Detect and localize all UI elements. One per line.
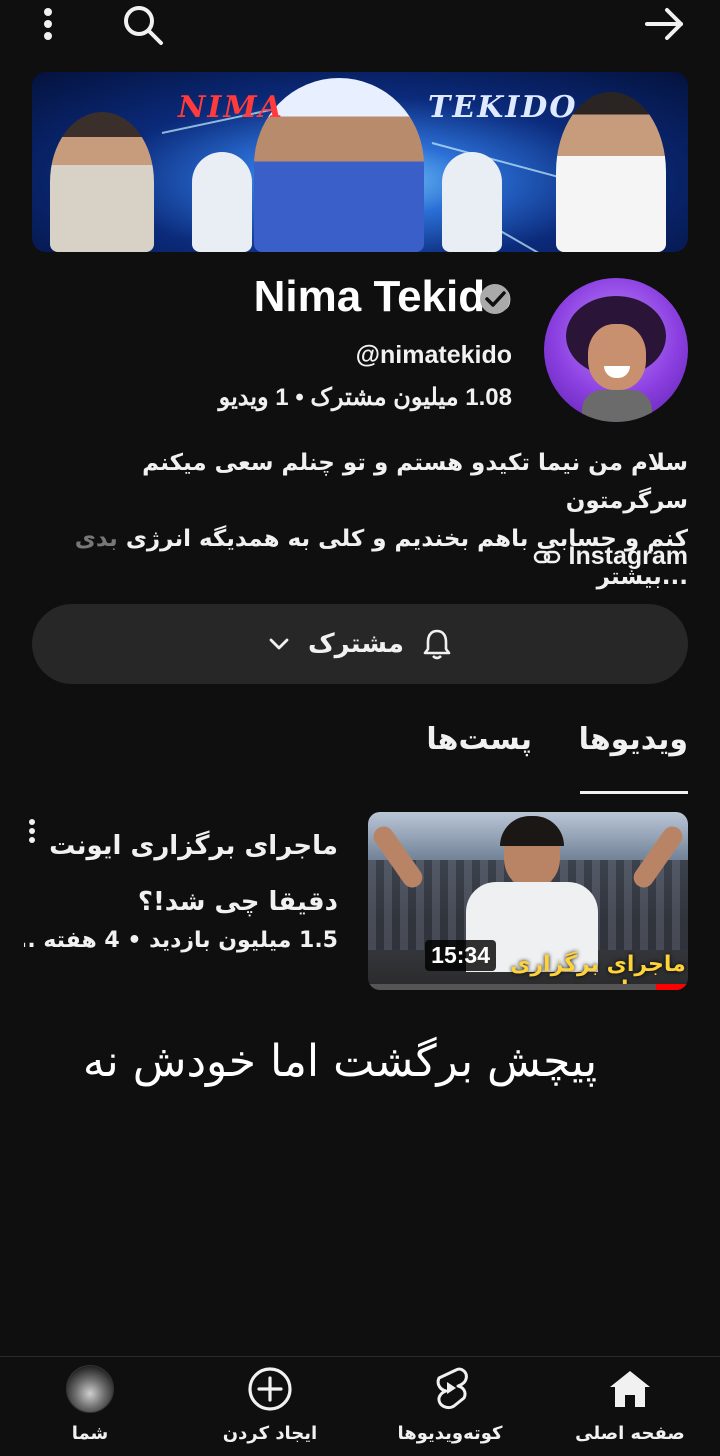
home-icon	[608, 1365, 652, 1413]
user-avatar	[66, 1365, 114, 1413]
bottom-nav: صفحه اصلی کوته‌ویدیوها ایجاد کردن شما	[0, 1356, 720, 1456]
top-bar	[0, 0, 720, 56]
link-label: Instagram	[568, 542, 688, 570]
shorts-icon	[430, 1365, 470, 1413]
banner-word-nima: NIMA	[178, 90, 284, 125]
video-duration: 15:34	[425, 940, 496, 971]
channel-handle: @nimatekido	[355, 341, 512, 369]
nav-you-label: شما	[71, 1423, 109, 1444]
description-line-1: سلام من نیما تکیدو هستم و تو چنلم سعی می…	[142, 450, 688, 514]
overlay-caption: پیچش برگشت اما خودش نه	[82, 1036, 598, 1087]
video-thumbnail[interactable]: ماجرای برگزاری ایونت	[368, 812, 688, 990]
video-title-line-2: دقیقا چی شد!؟	[137, 887, 338, 917]
subscribe-label: مشترک	[308, 629, 404, 659]
nav-shorts-label: کوته‌ویدیوها	[397, 1423, 503, 1444]
more-vert-icon[interactable]	[28, 2, 68, 46]
banner-word-tekido: TEKIDO	[428, 90, 578, 125]
video-title-line-1: ماجرای برگزاری ایونت	[49, 831, 338, 861]
arrow-forward-icon[interactable]	[640, 2, 690, 46]
description-fade: بدی	[74, 526, 118, 552]
nav-home-label: صفحه اصلی	[575, 1423, 685, 1444]
channel-description[interactable]: سلام من نیما تکیدو هستم و تو چنلم سعی می…	[32, 444, 688, 596]
channel-avatar[interactable]	[544, 278, 688, 422]
subscribe-button[interactable]: مشترک	[32, 604, 688, 684]
video-meta: 1.5 میلیون بازدید • 4 هفته ...	[24, 928, 338, 953]
tab-videos[interactable]: ویدیوها	[579, 722, 688, 757]
nav-shorts[interactable]: کوته‌ویدیوها	[360, 1357, 540, 1456]
nav-create-label: ایجاد کردن	[222, 1423, 318, 1444]
watch-progress	[656, 984, 688, 990]
bell-icon	[422, 627, 452, 661]
channel-name: Nima Tekido	[253, 272, 512, 321]
chevron-down-icon	[268, 637, 290, 651]
verified-icon	[478, 282, 512, 320]
link-icon	[533, 547, 561, 567]
channel-link[interactable]: Instagram	[533, 542, 688, 571]
search-icon[interactable]	[118, 0, 168, 50]
channel-banner: NIMA TEKIDO	[32, 72, 688, 252]
nav-create[interactable]: ایجاد کردن	[180, 1357, 360, 1456]
channel-stats: 1.08 میلیون مشترک • 1 ویدیو	[218, 384, 512, 411]
nav-you[interactable]: شما	[0, 1357, 180, 1456]
tab-posts[interactable]: پست‌ها	[426, 722, 532, 757]
tab-active-indicator	[580, 791, 688, 794]
nav-home[interactable]: صفحه اصلی	[540, 1357, 720, 1456]
add-circle-icon	[246, 1365, 294, 1413]
video-title[interactable]: ماجرای برگزاری ایونت دقیقا چی شد!؟	[28, 818, 338, 930]
